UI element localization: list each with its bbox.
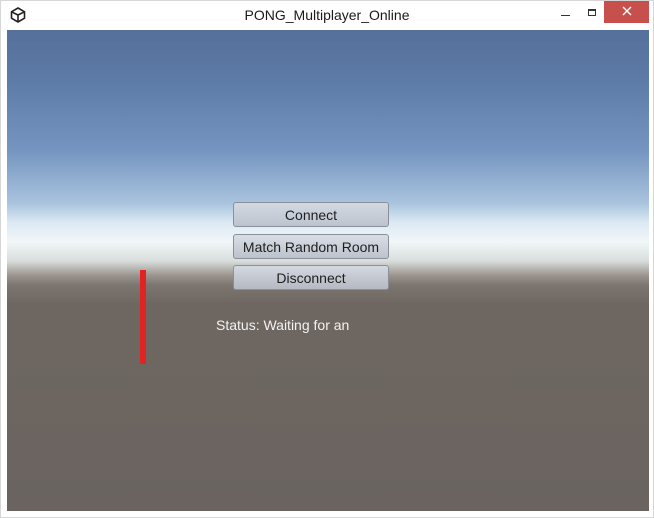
minimize-icon bbox=[560, 14, 570, 16]
connect-button[interactable]: Connect bbox=[233, 202, 389, 227]
game-viewport: Connect Match Random Room Disconnect Sta… bbox=[7, 30, 649, 511]
title-bar[interactable]: PONG_Multiplayer_Online bbox=[1, 1, 653, 30]
status-text: Status: Waiting for an bbox=[216, 317, 350, 333]
app-window: PONG_Multiplayer_Online Connect Match Ra… bbox=[0, 0, 654, 518]
maximize-icon bbox=[588, 8, 596, 16]
player-paddle bbox=[140, 270, 146, 364]
disconnect-button[interactable]: Disconnect bbox=[233, 265, 389, 290]
match-random-room-button[interactable]: Match Random Room bbox=[233, 234, 389, 259]
close-button[interactable] bbox=[604, 1, 649, 23]
close-icon bbox=[622, 3, 632, 21]
